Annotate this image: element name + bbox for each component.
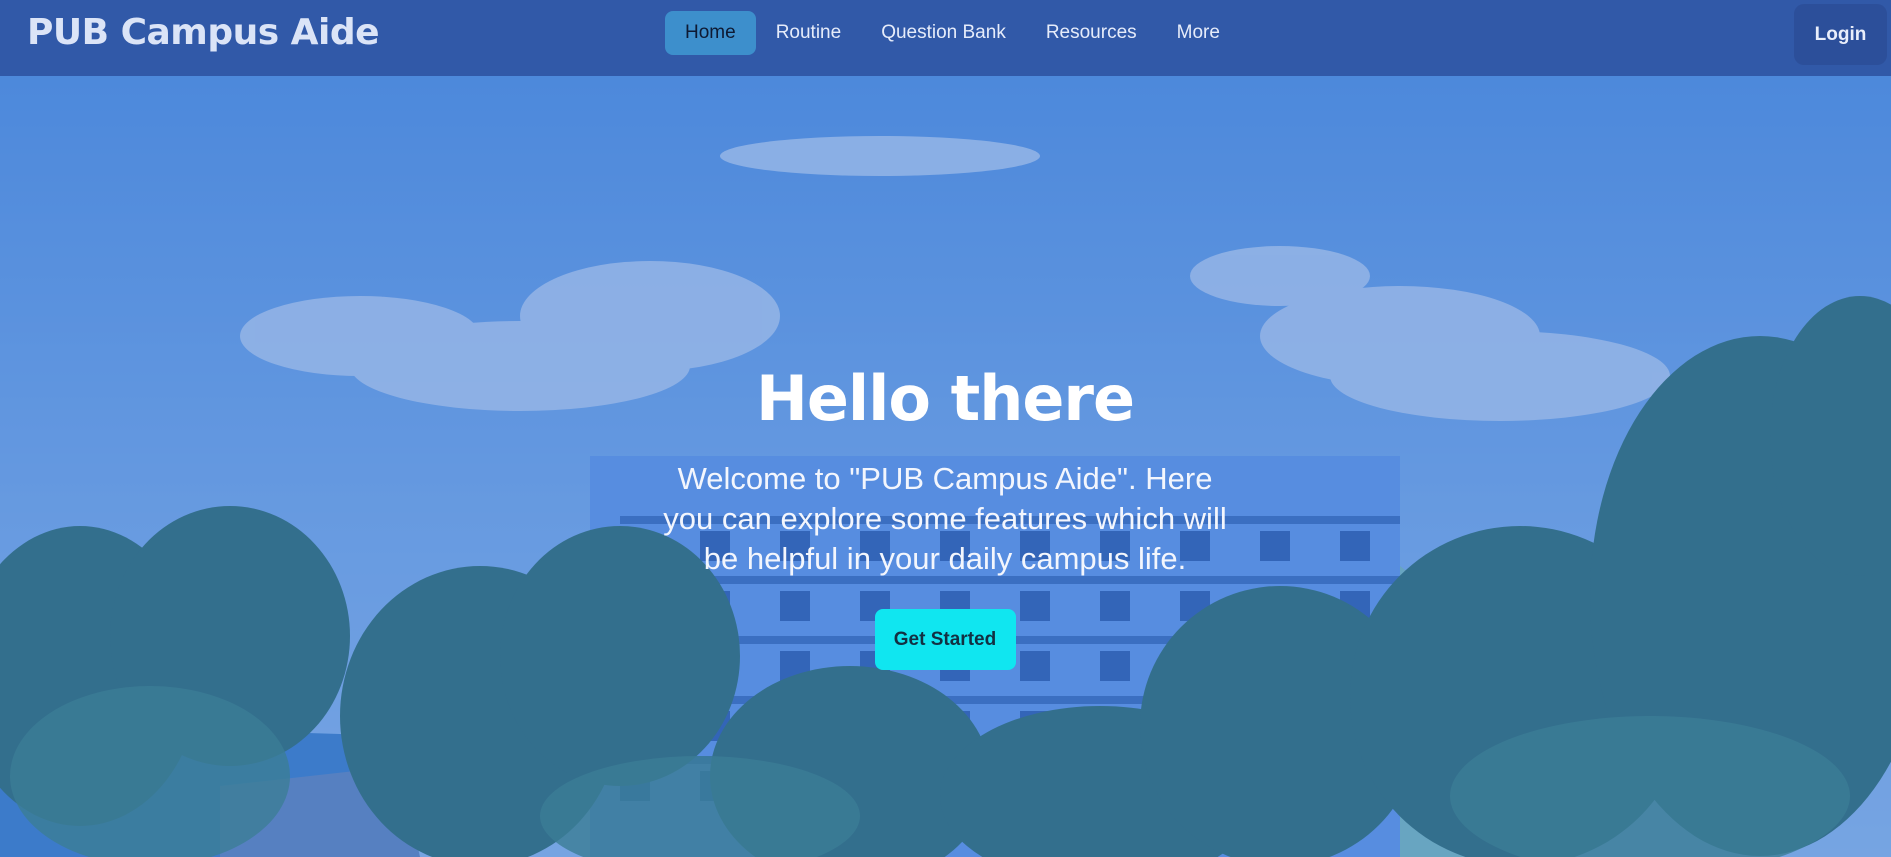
nav-item-more[interactable]: More [1157,11,1240,55]
hero-section: Hello there Welcome to "PUB Campus Aide"… [0,76,1891,857]
nav-menu: Home Routine Question Bank Resources Mor… [665,11,1240,55]
brand-title[interactable]: PUB Campus Aide [27,12,380,53]
hero-content: Hello there Welcome to "PUB Campus Aide"… [645,359,1245,670]
nav-item-routine[interactable]: Routine [756,11,862,55]
navbar: PUB Campus Aide Home Routine Question Ba… [0,0,1891,76]
nav-item-question-bank[interactable]: Question Bank [861,11,1026,55]
nav-item-resources[interactable]: Resources [1026,11,1157,55]
get-started-button[interactable]: Get Started [874,609,1016,670]
nav-item-home[interactable]: Home [665,11,756,55]
hero-title: Hello there [755,362,1135,435]
hero-description: Welcome to "PUB Campus Aide". Here you c… [663,461,1227,576]
login-button[interactable]: Login [1794,4,1887,65]
